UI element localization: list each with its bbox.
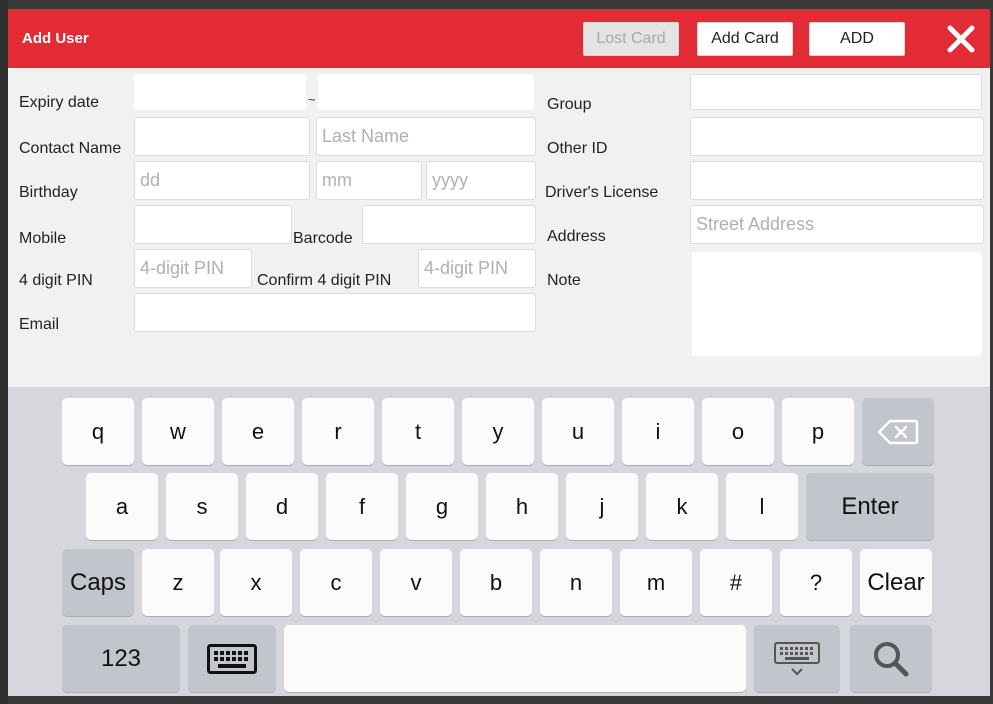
space-key[interactable] [284, 625, 746, 692]
on-screen-keyboard: q w e r t y u i o p a s d f g h j k l En… [8, 387, 990, 696]
key-p[interactable]: p [782, 398, 854, 465]
key-j[interactable]: j [566, 473, 638, 540]
key-w[interactable]: w [142, 398, 214, 465]
key-o[interactable]: o [702, 398, 774, 465]
key-z[interactable]: z [142, 549, 214, 616]
other-id-label: Other ID [547, 140, 608, 157]
backdrop [0, 0, 8, 704]
expiry-separator: ~ [308, 92, 316, 107]
key-u[interactable]: u [542, 398, 614, 465]
hide-keyboard-key[interactable] [754, 625, 840, 692]
add-button[interactable]: ADD [809, 22, 905, 56]
mobile-label: Mobile [19, 230, 67, 247]
keyboard-switch-key[interactable] [188, 625, 276, 692]
confirm-pin-label: Confirm 4 digit PIN [257, 272, 392, 289]
birthday-label: Birthday [19, 184, 78, 201]
key-k[interactable]: k [646, 473, 718, 540]
key-d[interactable]: d [246, 473, 318, 540]
key-b[interactable]: b [460, 549, 532, 616]
email-field[interactable] [134, 293, 536, 332]
street-address-field[interactable]: Street Address [690, 205, 984, 244]
pin-field[interactable]: 4-digit PIN [134, 249, 252, 288]
other-id-field[interactable] [690, 117, 984, 156]
confirm-pin-field[interactable]: 4-digit PIN [418, 249, 536, 288]
key-g[interactable]: g [406, 473, 478, 540]
close-icon[interactable] [945, 23, 977, 55]
key-a[interactable]: a [86, 473, 158, 540]
pin-label: 4 digit PIN [19, 272, 93, 289]
add-user-dialog: Add User Lost Card Add Card ADD Expiry d… [8, 9, 990, 696]
search-icon [874, 641, 909, 676]
caps-key[interactable]: Caps [62, 549, 134, 616]
first-name-field[interactable] [134, 117, 310, 156]
key-v[interactable]: v [380, 549, 452, 616]
mobile-field[interactable] [134, 205, 292, 244]
note-field[interactable] [692, 252, 982, 356]
dialog-header: Add User Lost Card Add Card ADD [8, 9, 990, 68]
keyboard-icon [207, 643, 257, 674]
key-r[interactable]: r [302, 398, 374, 465]
key-c[interactable]: c [300, 549, 372, 616]
key-n[interactable]: n [540, 549, 612, 616]
group-field[interactable] [690, 74, 982, 110]
last-name-field[interactable]: Last Name [316, 117, 536, 156]
numbers-key[interactable]: 123 [62, 625, 180, 692]
key-t[interactable]: t [382, 398, 454, 465]
add-card-button[interactable]: Add Card [697, 22, 793, 56]
key-y[interactable]: y [462, 398, 534, 465]
backspace-icon [877, 419, 919, 444]
lost-card-button[interactable]: Lost Card [583, 22, 679, 56]
key-q[interactable]: q [62, 398, 134, 465]
key-i[interactable]: i [622, 398, 694, 465]
expiry-start-field[interactable] [134, 74, 306, 110]
key-l[interactable]: l [726, 473, 798, 540]
key-s[interactable]: s [166, 473, 238, 540]
contact-name-label: Contact Name [19, 140, 122, 157]
birthday-day-field[interactable]: dd [134, 161, 310, 200]
enter-key[interactable]: Enter [806, 473, 934, 540]
dialog-title: Add User [22, 30, 89, 47]
birthday-year-field[interactable]: yyyy [426, 161, 536, 200]
note-label: Note [547, 272, 581, 289]
search-key[interactable] [850, 625, 932, 692]
key-e[interactable]: e [222, 398, 294, 465]
birthday-month-field[interactable]: mm [316, 161, 422, 200]
drivers-license-field[interactable] [690, 161, 984, 200]
key-h[interactable]: h [486, 473, 558, 540]
key-x[interactable]: x [220, 549, 292, 616]
key-m[interactable]: m [620, 549, 692, 616]
barcode-field[interactable] [362, 205, 536, 244]
drivers-license-label: Driver's License [545, 184, 659, 201]
barcode-label: Barcode [293, 230, 353, 247]
key-question[interactable]: ? [780, 549, 852, 616]
expiry-end-field[interactable] [318, 74, 534, 110]
clear-key[interactable]: Clear [860, 549, 932, 616]
key-hash[interactable]: # [700, 549, 772, 616]
address-label: Address [547, 228, 606, 245]
group-label: Group [547, 96, 592, 113]
key-f[interactable]: f [326, 473, 398, 540]
backspace-key[interactable] [862, 398, 934, 465]
hide-keyboard-icon [774, 641, 820, 675]
email-label: Email [19, 316, 60, 333]
expiry-date-label: Expiry date [19, 94, 100, 111]
user-form: Expiry date ~ Group Contact Name Last Na… [8, 68, 990, 387]
